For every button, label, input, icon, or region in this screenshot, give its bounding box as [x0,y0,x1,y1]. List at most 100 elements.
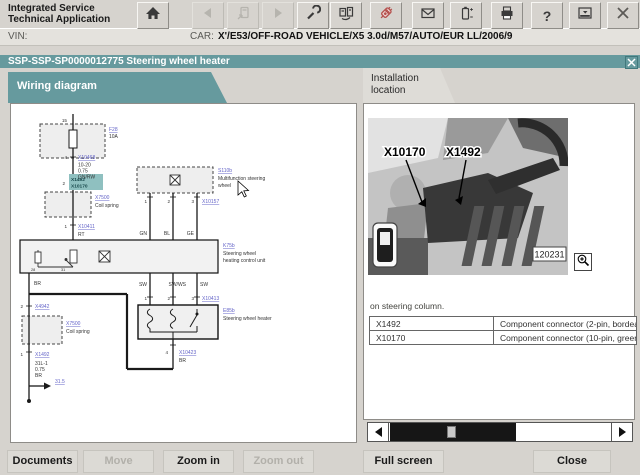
mfl-connector-link[interactable]: X10157 [202,199,219,205]
close-app-button[interactable] [607,2,639,29]
scrollbar-grip[interactable] [447,426,456,438]
table-row: X1492 Component connector (2-pin, bordea… [370,317,637,331]
heater-label: Steering wheel heater [223,316,272,322]
zoom-out-button: Zoom out [243,450,314,473]
car-value: X'/E53/OFF-ROAD VEHICLE/X5 3.0d/M57/AUTO… [218,31,513,42]
minimize-window-button[interactable] [569,2,601,29]
tab-wiring-diagram[interactable]: Wiring diagram [8,72,227,103]
forward-arrow-icon [270,5,286,26]
pin-2a: 2 [62,181,65,186]
tab-installation-line1: Installation [371,73,455,85]
scrollbar-left-button[interactable] [368,423,389,441]
close-icon [615,5,631,26]
left-arrow-icon [375,427,382,437]
magnifier-plus-icon [576,253,590,272]
connector2-link[interactable]: X10411 [78,224,95,230]
junction-dot [27,399,31,403]
connector-top-link[interactable]: X10468 [78,155,95,161]
horizontal-scrollbar[interactable] [367,422,633,442]
app-title: Integrated Service Technical Application [8,3,110,25]
control-unit-link[interactable]: K75b [223,243,235,249]
mfl-link[interactable]: S110b [218,168,232,174]
ground-link[interactable]: 31.5 [55,379,65,385]
coil-spring-bottom-link[interactable]: X7500 [66,321,81,327]
battery-icon [458,5,474,26]
document-close-button[interactable] [625,56,638,69]
documents-button[interactable]: Documents [7,450,78,473]
device-scan-button [227,2,259,29]
mfl-pin1: 1 [144,199,147,204]
help-button[interactable]: ? [531,2,563,29]
move-button: Move [83,450,154,473]
coil-spring-box-bottom [22,316,62,344]
battery-button[interactable] [450,2,482,29]
heater-pin4: 4 [165,350,168,355]
installation-photo: X10170 X1492 120231 [368,118,568,275]
photo-caption: on steering column. [370,301,444,311]
scrollbar-right-button[interactable] [611,423,632,441]
measuring-devices-button[interactable] [330,2,362,29]
photo-label-x1492: X1492 [446,145,481,159]
print-button[interactable] [491,2,523,29]
tab-installation-line2: location [371,85,455,97]
wire-ge: GE [187,231,195,237]
car-position-icon [373,223,397,267]
coil-spring-top-link[interactable]: X7500 [95,195,110,201]
control-unit-label1: Steering wheel [223,251,256,257]
messages-button[interactable] [412,2,444,29]
heater-connector-link[interactable]: X10413 [202,296,219,302]
photo-number-box: 120231 [533,247,566,261]
cu-pin-28: 28 [31,268,35,272]
wire-gn: GN [140,231,148,237]
tab-installation-location[interactable]: Installation location [363,68,455,103]
wrench-icon [305,5,321,26]
settings-wrench-button[interactable] [297,2,329,29]
document-title-bar: SSP-SSP-SP0000012775 Steering wheel heat… [0,55,640,68]
close-icon [627,54,636,72]
connector-id: X1492 [370,317,494,331]
heater-pin2: 2 [167,296,170,301]
wire-sw2: SW [200,282,208,288]
coil-spring-bottom-label: Coil spring [66,329,90,335]
vin-label: VIN: [8,31,27,42]
installation-location-panel: X10170 X1492 120231 [363,103,635,420]
coil-spring-box-top [45,192,91,217]
fuse-link[interactable]: F28 [109,127,118,133]
vehicle-connection-button[interactable] [370,2,402,29]
home-button[interactable] [137,2,169,29]
zoom-in-button[interactable]: Zoom in [163,450,234,473]
mouse-cursor-icon [238,181,249,197]
ista-window: { "colors": { "accent_teal": "#669a9e", … [0,0,640,475]
heater-pin1: 1 [144,296,147,301]
pin-4: 4 [64,155,67,160]
connector4-link[interactable]: X1492 [35,352,50,358]
wire1-spec3: GN/RW [78,175,95,181]
vehicle-bar: VIN: CAR: X'/E53/OFF-ROAD VEHICLE/X5 3.0… [0,29,640,46]
full-screen-button[interactable]: Full screen [363,450,444,473]
wiring-diagram[interactable]: X1492 X10170 15 F28 10A 4 X10468 10-20 0… [11,104,356,442]
car-label: CAR: [190,31,214,42]
mfl-pin2: 2 [167,199,170,204]
photo-magnifier-button[interactable] [574,253,592,271]
heater-link[interactable]: E85b [223,308,235,314]
window-minimize-icon [577,5,593,26]
wire-swws: SW/WS [169,282,187,288]
measuring-devices-icon [338,5,354,26]
connector-desc: Component connector (10-pin, green) [494,331,637,345]
coil-spring-top-label: Coil spring [95,203,119,209]
printer-icon [499,5,515,26]
scrollbar-thumb[interactable] [390,423,516,441]
document-title: SSP-SSP-SP0000012775 Steering wheel heat… [8,55,230,68]
ground-arrow-icon [44,383,51,390]
pin-2b: 2 [20,304,23,309]
table-row: X10170 Component connector (10-pin, gree… [370,331,637,345]
forward-button [262,2,294,29]
heater-pin3: 3 [191,296,194,301]
connector3-link[interactable]: X4942 [35,304,50,310]
highlight-connector-2[interactable]: X10170 [71,184,88,190]
heater-pin4-connector[interactable]: X10423 [179,350,196,356]
home-icon [145,5,161,26]
close-button[interactable]: Close [533,450,611,473]
wire2-spec3: BR [35,373,42,379]
fuse-amp: 10A [109,134,119,140]
